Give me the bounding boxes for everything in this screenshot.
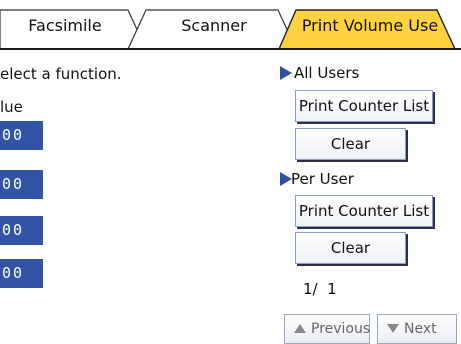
value-box-1[interactable]: 00 bbox=[0, 121, 43, 150]
value-box-4[interactable]: 00 bbox=[0, 259, 43, 288]
tab-scanner[interactable]: Scanner bbox=[150, 15, 278, 37]
all-users-heading: All Users bbox=[294, 64, 360, 82]
arrow-down-icon bbox=[387, 324, 399, 333]
tab-underline bbox=[0, 48, 461, 50]
tab-bar: Facsimile Scanner Print Volume Use bbox=[0, 0, 461, 50]
arrow-up-icon bbox=[294, 324, 306, 333]
all-users-print-counter-list-button[interactable]: Print Counter List bbox=[295, 90, 433, 122]
per-user-print-counter-list-button[interactable]: Print Counter List bbox=[295, 195, 433, 227]
value-box-2[interactable]: 00 bbox=[0, 170, 43, 199]
next-button[interactable]: Next bbox=[377, 314, 457, 344]
page-indicator: 1/ 1 bbox=[303, 280, 337, 298]
value-box-3[interactable]: 00 bbox=[0, 216, 43, 245]
previous-label: Previous bbox=[311, 321, 371, 337]
next-label: Next bbox=[404, 321, 437, 337]
tab-print-volume-use[interactable]: Print Volume Use bbox=[300, 15, 440, 37]
value-column-header: lue bbox=[0, 98, 23, 116]
all-users-clear-button[interactable]: Clear bbox=[295, 128, 406, 160]
per-user-heading: Per User bbox=[291, 170, 354, 188]
tab-facsimile[interactable]: Facsimile bbox=[10, 15, 120, 37]
per-user-clear-button[interactable]: Clear bbox=[295, 232, 406, 264]
previous-button[interactable]: Previous bbox=[284, 314, 370, 344]
instruction-text: elect a function. bbox=[0, 65, 122, 83]
all-users-arrow-icon bbox=[280, 66, 292, 80]
